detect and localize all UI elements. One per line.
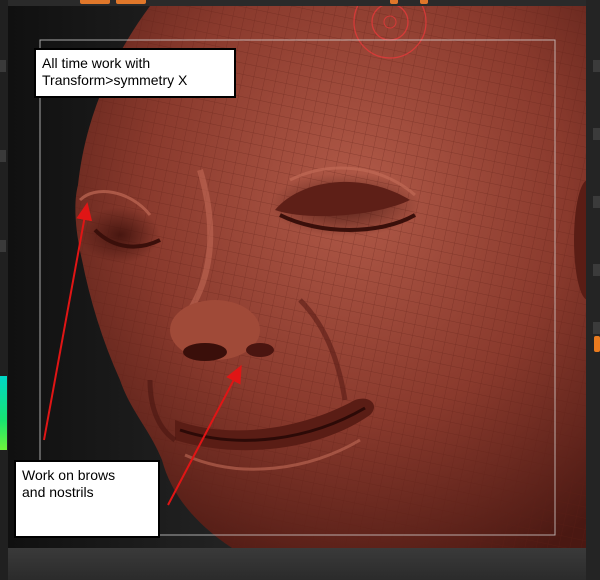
symmetry-note-line-2: Transform>symmetry X — [42, 72, 188, 88]
right-tray-handle[interactable] — [593, 60, 600, 72]
brows-nostrils-note: Work on brows and nostrils — [14, 460, 160, 538]
right-tray-handle[interactable] — [593, 196, 600, 208]
symmetry-note: All time work with Transform>symmetry X — [34, 48, 236, 98]
shelf-tab-1[interactable] — [80, 0, 110, 4]
left-tray-handle[interactable] — [0, 240, 6, 252]
arrow-to-brow — [43, 202, 93, 441]
shelf-tab-2[interactable] — [116, 0, 146, 4]
right-tray-toggle[interactable] — [594, 336, 600, 352]
right-tray-handle[interactable] — [593, 264, 600, 276]
right-tray — [586, 0, 600, 580]
left-tray-handle[interactable] — [0, 60, 6, 72]
left-tray-handle[interactable] — [0, 150, 6, 162]
right-tray-handle[interactable] — [593, 322, 600, 334]
left-tray — [0, 0, 8, 580]
bottom-tray — [8, 548, 586, 580]
brows-nostrils-note-line-1: Work on brows — [22, 467, 116, 483]
shelf-marker-2 — [420, 0, 428, 4]
symmetry-note-line-1: All time work with — [42, 55, 151, 71]
zbrush-window: All time work with Transform>symmetry X … — [0, 0, 600, 580]
right-tray-handle[interactable] — [593, 128, 600, 140]
color-swatch[interactable] — [0, 376, 7, 450]
shelf-marker-1 — [390, 0, 398, 4]
brows-nostrils-note-line-2: and nostrils — [22, 484, 94, 500]
